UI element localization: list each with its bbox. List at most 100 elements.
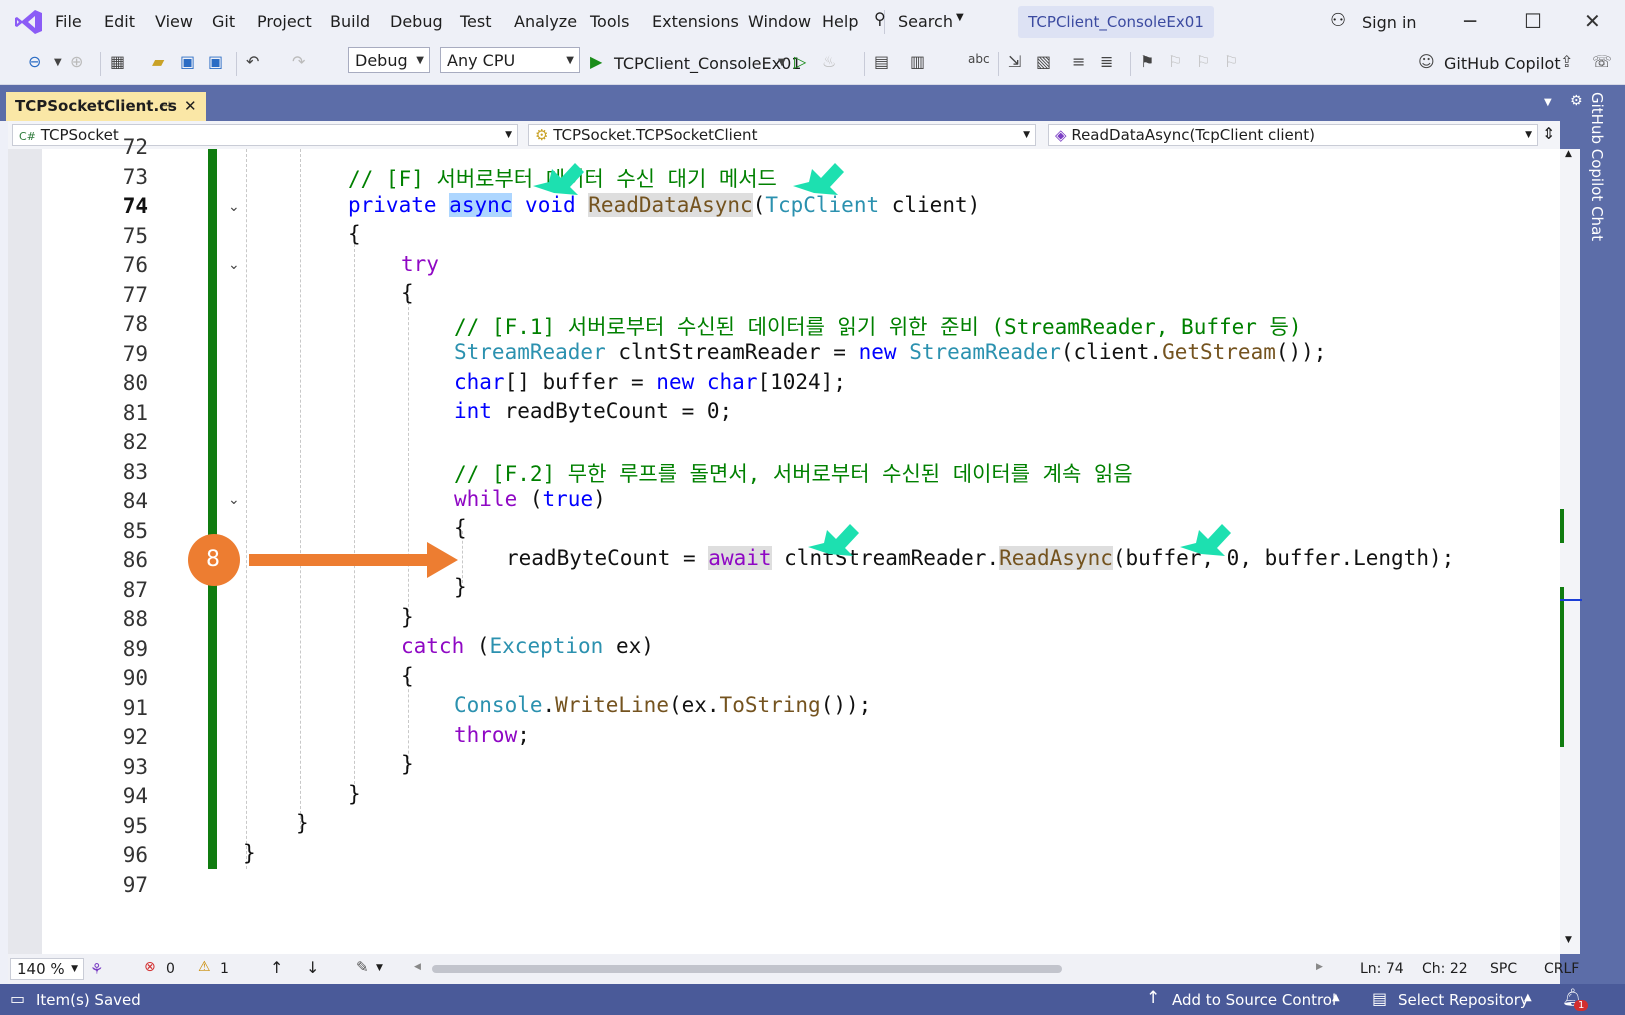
eol-indicator[interactable]: CRLF bbox=[1544, 961, 1579, 977]
pin-icon[interactable]: ⊣ bbox=[160, 92, 170, 121]
horizontal-scrollbar-thumb[interactable] bbox=[432, 965, 1062, 973]
change-marker bbox=[1560, 509, 1564, 543]
save-all-icon[interactable]: ▣ bbox=[208, 52, 223, 76]
status-message: Item(s) Saved bbox=[36, 991, 141, 1009]
menu-item-debug[interactable]: Debug bbox=[390, 12, 443, 31]
scroll-down-icon[interactable]: ▼ bbox=[1565, 935, 1572, 945]
caret-marker bbox=[1560, 599, 1582, 601]
warning-icon[interactable]: ⚠ bbox=[198, 959, 211, 975]
copilot-button[interactable]: GitHub Copilot bbox=[1444, 54, 1561, 78]
undo-icon[interactable]: ↶ bbox=[246, 52, 259, 76]
menu-item-git[interactable]: Git bbox=[212, 12, 235, 31]
code-editor[interactable]: 72 73 74 75 76 77 78 79 80 81 82 83 84 85 86 87 88 89 90 91… bbox=[8, 135, 1560, 954]
scroll-left-icon[interactable]: ◀ bbox=[414, 962, 421, 972]
error-icon[interactable]: ⊗ bbox=[144, 959, 156, 975]
bookmark-next-icon[interactable]: ⚐ bbox=[1196, 52, 1210, 76]
vertical-scrollbar[interactable]: ▲ ▼ bbox=[1560, 149, 1582, 954]
tab-overflow-icon[interactable]: ▼ bbox=[1544, 97, 1552, 108]
format-icon[interactable]: ▧ bbox=[1036, 52, 1051, 76]
bookmark-clear-icon[interactable]: ⚐ bbox=[1224, 52, 1238, 76]
code-cleanup-icon[interactable]: ✎ bbox=[356, 958, 369, 976]
account-icon[interactable]: ⚇ bbox=[1330, 10, 1346, 31]
maximize-icon[interactable]: ☐ bbox=[1524, 9, 1542, 33]
toolbar: ⊖ ▼ ⊕ ▦ ▰ ▣ ▣ ↶ ↷ Debug ▼ Any CPU ▼ ▶ TCPC… bbox=[0, 44, 1625, 85]
chevron-down-icon: ▼ bbox=[956, 12, 964, 23]
visual-studio-logo bbox=[15, 10, 42, 34]
column-indicator[interactable]: Ch: 22 bbox=[1422, 961, 1468, 977]
forward-icon[interactable]: ⊕ bbox=[70, 52, 83, 76]
outdent-icon[interactable]: ≣ bbox=[1100, 52, 1113, 76]
project-title: TCPClient_ConsoleEx01 bbox=[1018, 6, 1214, 38]
menu-item-test[interactable]: Test bbox=[460, 12, 492, 31]
close-icon[interactable]: ✕ bbox=[1584, 9, 1601, 33]
bookmark-icon[interactable]: ⚑ bbox=[1140, 52, 1154, 76]
indent-icon[interactable]: ≡ bbox=[1072, 52, 1085, 76]
member-dropdown[interactable]: ◈ ReadDataAsync(TcpClient client) ▼ bbox=[1048, 124, 1538, 146]
configuration-dropdown[interactable]: Debug ▼ bbox=[348, 47, 430, 73]
copilot-icon[interactable]: ☺ bbox=[1418, 52, 1435, 76]
search-icon: ⚲ bbox=[874, 9, 886, 28]
signin-button[interactable]: Sign in bbox=[1362, 13, 1417, 32]
platform-dropdown[interactable]: Any CPU ▼ bbox=[440, 47, 580, 73]
previous-issue-icon[interactable]: ↑ bbox=[270, 958, 283, 977]
chevron-down-icon[interactable]: ▼ bbox=[778, 57, 786, 81]
new-item-icon[interactable]: ▦ bbox=[110, 52, 125, 76]
chevron-up-icon: ▲ bbox=[1332, 992, 1340, 1003]
menu-item-edit[interactable]: Edit bbox=[104, 12, 135, 31]
output-icon[interactable]: ▭ bbox=[10, 989, 25, 1008]
chevron-down-icon[interactable]: ▼ bbox=[376, 963, 383, 973]
pointer-arrow bbox=[249, 542, 458, 578]
chevron-down-icon[interactable]: ▼ bbox=[54, 57, 62, 81]
solution-explorer-icon[interactable]: ▤ bbox=[874, 52, 889, 76]
line-indicator[interactable]: Ln: 74 bbox=[1360, 961, 1404, 977]
scroll-up-icon[interactable]: ▲ bbox=[1565, 149, 1572, 159]
menu-item-help[interactable]: Help bbox=[822, 12, 858, 31]
scroll-right-icon[interactable]: ▶ bbox=[1316, 962, 1323, 972]
close-icon[interactable]: ✕ bbox=[184, 92, 197, 121]
share-icon[interactable]: ⇪ bbox=[1560, 52, 1573, 76]
step-icon[interactable]: ⇲ bbox=[1008, 52, 1021, 76]
zoom-dropdown[interactable]: 140 % ▼ bbox=[10, 958, 84, 980]
add-to-source-control-button[interactable]: Add to Source Control bbox=[1172, 991, 1336, 1009]
layout-icon[interactable]: ▥ bbox=[910, 52, 925, 76]
menu-item-analyze[interactable]: Analyze bbox=[514, 12, 577, 31]
chevron-up-icon: ▲ bbox=[1524, 992, 1532, 1003]
back-icon[interactable]: ⊖ bbox=[28, 52, 41, 76]
hint-arrow-readasync bbox=[1180, 524, 1231, 556]
tab-tcpsocketclient[interactable]: TCPSocketClient.cs ⊣ ✕ bbox=[6, 92, 206, 121]
menu-item-build[interactable]: Build bbox=[330, 12, 370, 31]
menu-item-file[interactable]: File bbox=[55, 12, 82, 31]
zoom-value: 140 % bbox=[17, 960, 65, 978]
start-debug-icon[interactable]: ▶ bbox=[590, 52, 602, 76]
start-without-debug-icon[interactable]: ▷ bbox=[794, 52, 806, 76]
redo-icon[interactable]: ↷ bbox=[292, 52, 305, 76]
copilot-status-icon[interactable]: ⚘ bbox=[90, 960, 103, 978]
bookmark-prev-icon[interactable]: ⚐ bbox=[1168, 52, 1182, 76]
document-tab-row: TCPSocketClient.cs ⊣ ✕ ▼ bbox=[0, 85, 1625, 121]
search-button[interactable]: ⚲ Search ▼ bbox=[874, 8, 1000, 36]
spacing-indicator[interactable]: SPC bbox=[1490, 961, 1517, 977]
select-repository-button[interactable]: Select Repository bbox=[1398, 991, 1529, 1009]
settings-icon[interactable]: ⚙ bbox=[1570, 93, 1583, 109]
open-folder-icon[interactable]: ▰ bbox=[152, 52, 164, 76]
hot-reload-icon[interactable]: ♨ bbox=[822, 52, 836, 76]
run-target-button[interactable]: TCPClient_ConsoleEx01 bbox=[614, 54, 801, 78]
save-icon[interactable]: ▣ bbox=[180, 52, 195, 76]
class-icon: ⚙ bbox=[535, 126, 549, 144]
class-dropdown[interactable]: ⚙ TCPSocket.TCPSocketClient ▼ bbox=[528, 124, 1036, 146]
spellcheck-icon[interactable]: abc bbox=[968, 52, 990, 76]
menu-item-extensions[interactable]: Extensions bbox=[652, 12, 739, 31]
title-bar: File Edit View Git Project Build Debug Test Anal… bbox=[0, 0, 1625, 44]
configuration-value: Debug bbox=[355, 51, 408, 70]
menu-item-view[interactable]: View bbox=[155, 12, 193, 31]
editor-status-row: 140 % ▼ ⚘ ⊗ 0 ⚠ 1 ↑ ↓ ✎ ▼ ◀ ▶ Ln: 74 Ch: … bbox=[8, 954, 1579, 984]
menu-item-project[interactable]: Project bbox=[257, 12, 312, 31]
menu-item-tools[interactable]: Tools bbox=[590, 12, 629, 31]
copilot-chat-side-tab[interactable]: GitHub Copilot Chat bbox=[1588, 92, 1612, 252]
member-value: ReadDataAsync(TcpClient client) bbox=[1071, 126, 1316, 144]
next-issue-icon[interactable]: ↓ bbox=[306, 958, 319, 977]
feedback-icon[interactable]: ☏ bbox=[1592, 52, 1612, 76]
menu-item-window[interactable]: Window bbox=[748, 12, 811, 31]
minimize-icon[interactable]: ─ bbox=[1464, 9, 1476, 33]
split-editor-icon[interactable]: ⇕ bbox=[1542, 124, 1555, 143]
